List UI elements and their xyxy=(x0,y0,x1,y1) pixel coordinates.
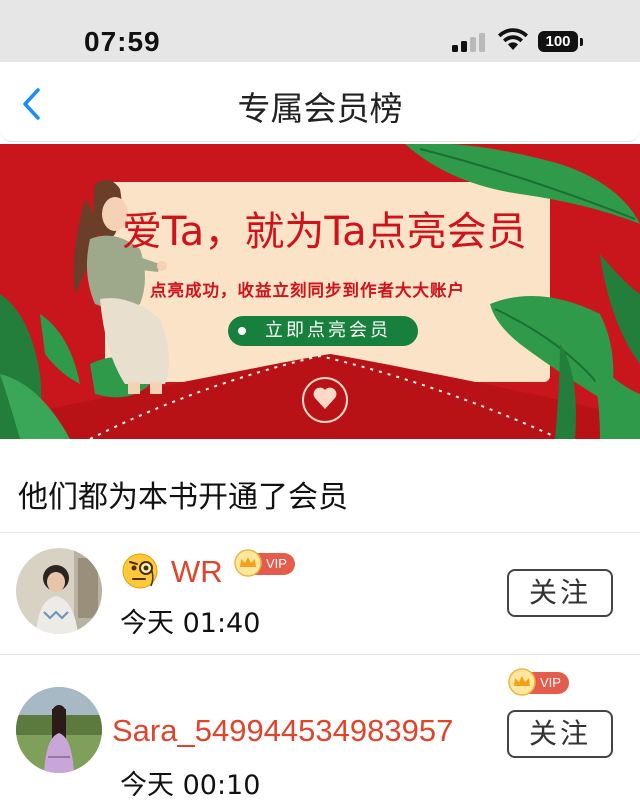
monocle-face-icon xyxy=(122,553,158,589)
vip-badge: VIP xyxy=(508,668,569,696)
page-title: 专属会员榜 xyxy=(237,89,403,128)
banner-title: 爱Ta，就为Ta点亮会员 xyxy=(122,209,527,255)
member-row[interactable]: Sara_549944534983957 VIP 今天 00:10 关注 xyxy=(0,655,640,801)
member-name[interactable]: WR xyxy=(171,554,223,590)
member-time: 今天 01:40 xyxy=(120,608,261,639)
avatar[interactable] xyxy=(16,548,102,634)
member-time: 今天 00:10 xyxy=(120,770,261,801)
vip-badge: VIP xyxy=(234,549,295,577)
nav-bar: 专属会员榜 xyxy=(0,62,640,142)
member-name[interactable]: Sara_549944534983957 xyxy=(112,713,453,749)
vip-label: VIP xyxy=(266,556,287,571)
crown-icon xyxy=(234,549,262,577)
member-row[interactable]: WR VIP 今天 01:40 关注 xyxy=(0,533,640,653)
crown-icon xyxy=(508,668,536,696)
follow-button[interactable]: 关注 xyxy=(507,710,613,758)
banner-subtitle: 点亮成功，收益立刻同步到作者大大账户 xyxy=(150,281,465,300)
light-up-membership-button[interactable]: 立即点亮会员 xyxy=(228,316,418,346)
status-bar: 07:59 100 xyxy=(0,0,640,62)
section-title: 他们都为本书开通了会员 xyxy=(18,480,348,515)
promo-banner[interactable]: 爱Ta，就为Ta点亮会员 点亮成功，收益立刻同步到作者大大账户 立即点亮会员 xyxy=(0,144,640,439)
avatar[interactable] xyxy=(16,687,102,773)
battery-icon: 100 xyxy=(538,31,578,52)
signal-icon xyxy=(452,30,492,52)
vip-label: VIP xyxy=(540,675,561,690)
follow-button[interactable]: 关注 xyxy=(507,569,613,617)
wifi-icon xyxy=(498,28,528,50)
battery-tip xyxy=(580,38,583,46)
status-time: 07:59 xyxy=(84,26,161,57)
